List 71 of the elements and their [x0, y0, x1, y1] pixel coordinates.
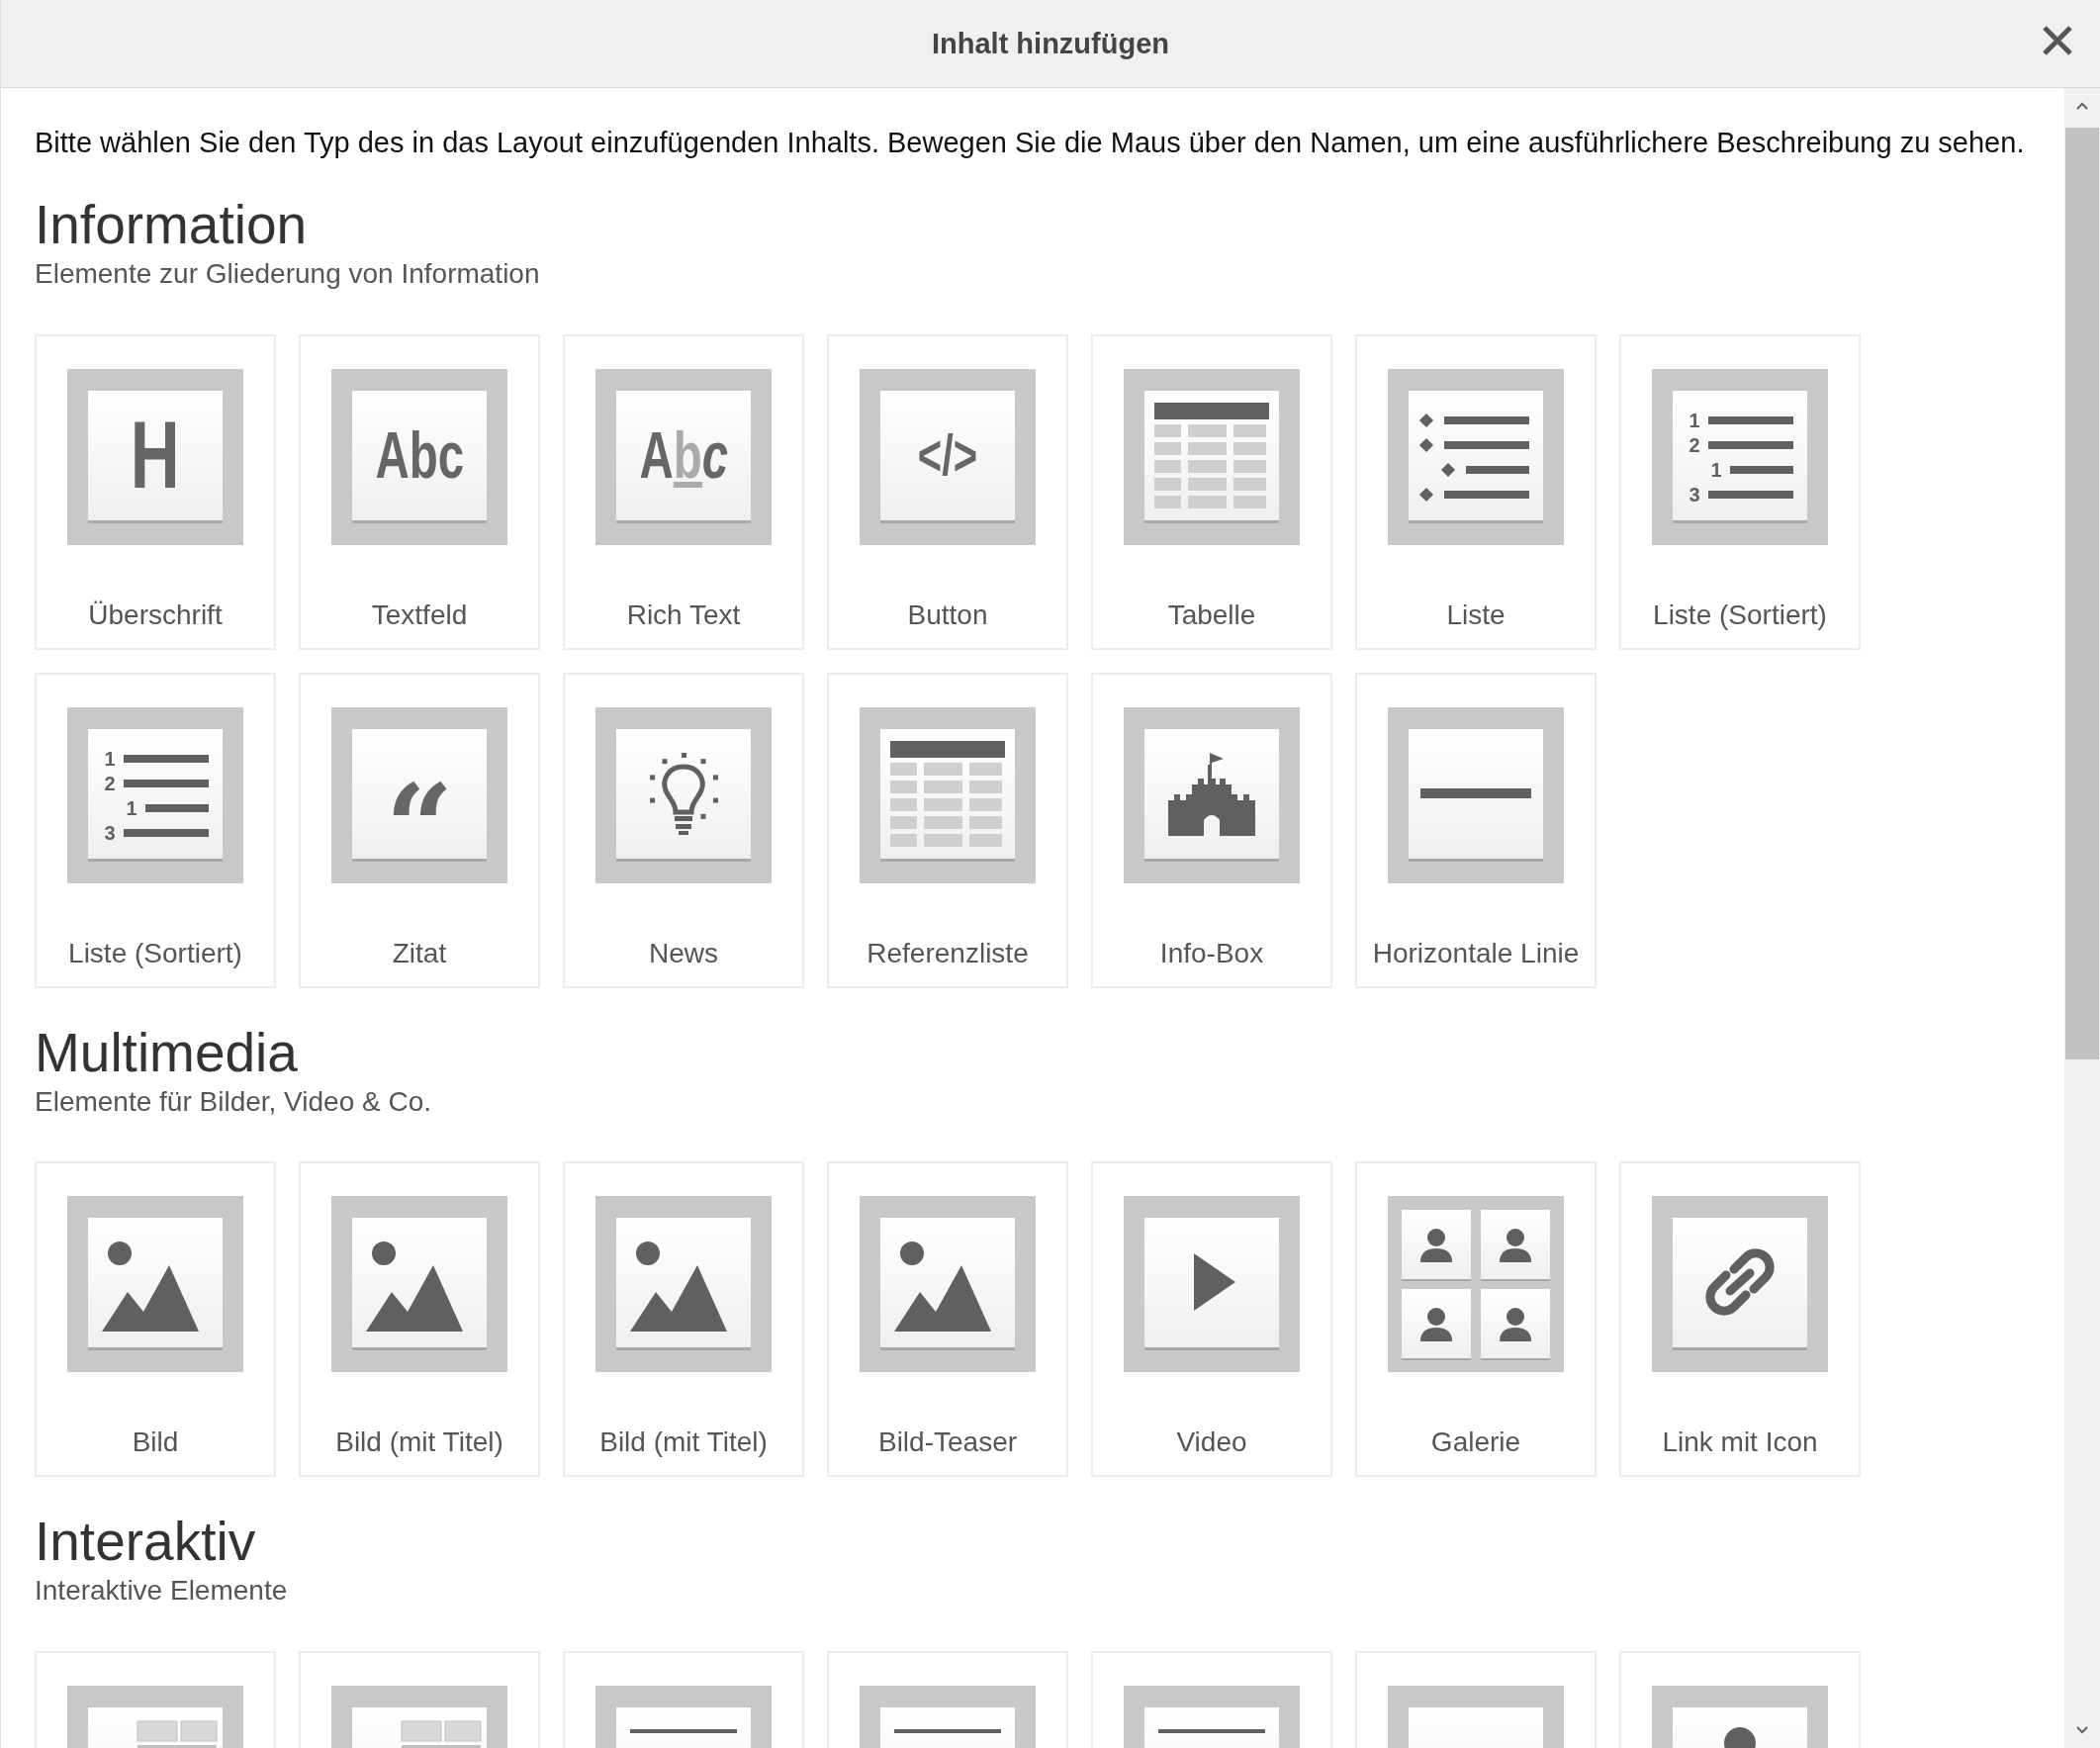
card-label: News [649, 936, 718, 970]
content-type-card[interactable]: Abc Textfeld [299, 333, 540, 650]
content-type-card[interactable]: </> Button [827, 333, 1068, 650]
castle-icon [1144, 728, 1279, 859]
dialog-title: Inhalt hinzufügen [932, 27, 1169, 60]
list-icon [1409, 390, 1543, 520]
card-label: Zitat [392, 936, 447, 970]
section-title: Information [35, 193, 309, 255]
quote-icon: “ [352, 728, 487, 859]
section-subtitle: Elemente für Bilder, Video & Co. [35, 1084, 433, 1119]
card-label: Textfeld [371, 598, 468, 632]
content-type-card[interactable]: 1 2 1 3 Liste (Sortiert) [35, 672, 276, 988]
caret-up-icon [2075, 101, 2089, 111]
code-icon: </> [880, 390, 1015, 520]
content-type-card[interactable]: Referenzliste [827, 672, 1068, 988]
card-label: Bild [132, 1426, 179, 1460]
content-type-card[interactable]: H Überschrift [35, 333, 276, 650]
text-icon: Abc [352, 390, 487, 520]
card-label: Liste (Sortiert) [68, 936, 242, 970]
image-icon [880, 1218, 1015, 1348]
card-label: Info-Box [1159, 936, 1264, 970]
card-label: Video [1176, 1426, 1247, 1460]
content-type-card[interactable]: News [563, 672, 804, 988]
content-type-card[interactable]: Bild (mit Titel) [563, 1161, 804, 1478]
play-icon [1144, 1218, 1279, 1348]
content-type-card[interactable]: Info-Box [1091, 672, 1332, 988]
card-label: Galerie [1430, 1426, 1521, 1460]
content-type-card[interactable]: Video [1091, 1161, 1332, 1478]
content-type-card[interactable]: Link mit Icon [1619, 1161, 1861, 1478]
section-title: Interaktiv [35, 1511, 257, 1573]
content-type-card[interactable]: “ Zitat [299, 672, 540, 988]
card-label: Liste (Sortiert) [1653, 598, 1827, 632]
numbered-list-icon: 1 2 1 3 [88, 728, 223, 859]
card-label: Referenzliste [867, 936, 1029, 970]
table-icon [1144, 390, 1279, 520]
scrollbar[interactable] [2064, 88, 2100, 1748]
image-icon [352, 1218, 487, 1348]
content-type-card[interactable]: Tabelle [1091, 333, 1332, 650]
content-type-card[interactable]: Bild [35, 1161, 276, 1478]
gallery-icon [1388, 1196, 1564, 1373]
image-icon [616, 1218, 751, 1348]
caret-down-icon [2075, 1725, 2089, 1735]
card-label: Button [907, 598, 988, 632]
content-type-card[interactable]: Abc Rich Text [563, 333, 804, 650]
card-label: Überschrift [88, 598, 223, 632]
card-label: Link mit Icon [1662, 1426, 1818, 1460]
content-type-card[interactable]: Galerie [1355, 1161, 1597, 1478]
content-type-card[interactable]: Bild-Teaser [827, 1161, 1068, 1478]
card-label: Bild (mit Titel) [599, 1426, 768, 1460]
heading-icon: H [88, 390, 223, 520]
section-subtitle: Elemente zur Gliederung von Information [35, 256, 541, 291]
content-type-card[interactable]: Liste [1355, 333, 1597, 650]
link-icon [1673, 1218, 1807, 1348]
numbered-list-icon: 1 2 1 3 [1673, 390, 1807, 520]
lightbulb-icon [616, 728, 751, 859]
rich-text-icon: Abc [616, 390, 751, 520]
card-label: Liste [1446, 598, 1506, 632]
card-label: Horizontale Linie [1372, 936, 1580, 970]
table-icon [880, 728, 1015, 859]
card-label: Bild (mit Titel) [335, 1426, 503, 1460]
content-type-card[interactable]: Bild (mit Titel) [299, 1161, 540, 1478]
card-label: Rich Text [626, 598, 741, 632]
content-type-card[interactable]: 1 2 1 3 Liste (Sortiert) [1619, 333, 1861, 650]
image-icon [88, 1218, 223, 1348]
section-subtitle: Interaktive Elemente [35, 1574, 289, 1608]
card-label: Tabelle [1167, 598, 1256, 632]
section-title: Multimedia [35, 1021, 299, 1083]
scroll-thumb[interactable] [2065, 128, 2099, 1059]
card-label: Bild-Teaser [877, 1426, 1018, 1460]
intro-text: Bitte wählen Sie den Typ des in das Layout einzufügenden Inhalts. Bewegen Sie die Maus über den Namen, um eine ausführlichere Beschreibung zu sehen. [35, 126, 2026, 160]
content-type-card[interactable]: Horizontale Linie [1355, 672, 1597, 988]
